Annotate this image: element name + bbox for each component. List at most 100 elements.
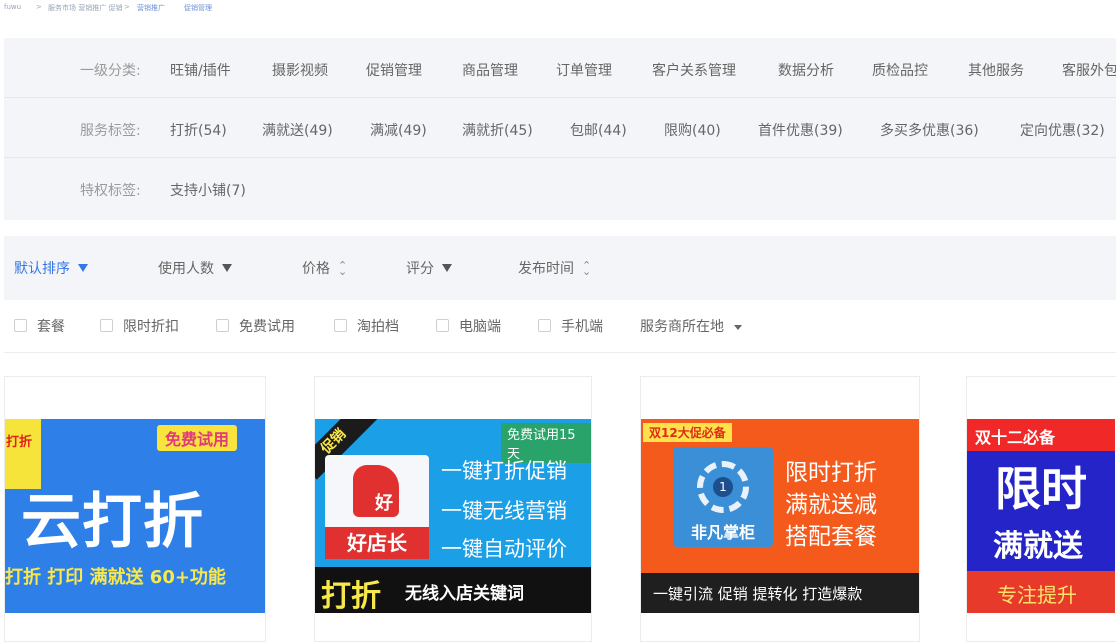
banner-subtitle: 打折 打印 满就送 60+功能 (5, 567, 226, 588)
privilege-tag-label: 特权标签: (80, 183, 141, 199)
bottom-highlight: 打折 (321, 579, 381, 613)
logo-digit: 1 (713, 477, 733, 497)
service-tag-item[interactable]: 首件优惠(39) (758, 120, 843, 140)
category-item[interactable]: 摄影视频 (272, 60, 328, 80)
product-banner[interactable]: 双12大促必备 1 非凡掌柜 限时打折 满就送减 搭配套餐 一键引流 促销 提转… (641, 419, 919, 613)
product-card[interactable]: 双十二必备 限时 满就送 专注提升 (966, 376, 1116, 642)
product-card[interactable]: 双12大促必备 1 非凡掌柜 限时打折 满就送减 搭配套餐 一键引流 促销 提转… (640, 376, 920, 642)
category-item[interactable]: 订单管理 (556, 60, 612, 80)
divider (4, 352, 1116, 353)
checkbox-label: 手机端 (561, 319, 603, 335)
checkbox-label: 电脑端 (459, 319, 501, 335)
logo-name: 非凡掌柜 (690, 523, 755, 542)
service-tag-item[interactable]: 满减(49) (370, 120, 427, 140)
arrow-down-icon (222, 264, 232, 272)
sort-price[interactable]: 价格 ⌃ ⌄ (302, 258, 347, 278)
product-logo: 1 非凡掌柜 (673, 447, 773, 547)
category-item[interactable]: 商品管理 (462, 60, 518, 80)
sort-rating[interactable]: 评分 (406, 258, 452, 278)
checkbox-package[interactable]: 套餐 (14, 316, 65, 336)
sort-bar: 默认排序 使用人数 价格 ⌃ ⌄ 评分 发布时间 ⌃ ⌄ (4, 236, 1116, 300)
category-item[interactable]: 旺铺/插件 (170, 60, 231, 80)
checkbox-pc[interactable]: 电脑端 (436, 316, 501, 336)
feature-text: 限时打折 (785, 460, 877, 486)
banner-header-text: 双十二必备 (975, 428, 1056, 447)
logo-word: 好 (375, 493, 393, 514)
category-item[interactable]: 客服外包 (1062, 60, 1116, 80)
product-card[interactable]: 促销 免费试用15天 好 好店长 一键打折促销 一键无线营销 一键自动评价 打折… (314, 376, 592, 642)
checkbox-taopaidang[interactable]: 淘拍档 (334, 316, 399, 336)
service-tag-item[interactable]: 限购(40) (664, 120, 721, 140)
sort-publish-time[interactable]: 发布时间 ⌃ ⌄ (518, 258, 591, 278)
category-item[interactable]: 质检品控 (872, 60, 928, 80)
checkbox-icon[interactable] (14, 318, 27, 332)
checkbox-label: 限时折扣 (123, 319, 179, 335)
feature-text: 一键打折促销 (441, 459, 567, 483)
category-item[interactable]: 数据分析 (778, 60, 834, 80)
breadcrumb-separator: > (36, 3, 42, 11)
sort-rating-label: 评分 (406, 261, 434, 277)
up-down-icon: ⌃ ⌄ (582, 259, 592, 278)
checkbox-mobile[interactable]: 手机端 (538, 316, 603, 336)
sort-price-label: 价格 (302, 261, 330, 277)
service-tag-filter-row: 服务标签: 打折(54) 满就送(49) 满减(49) 满就折(45) 包邮(4… (4, 98, 1116, 158)
feature-text: 一键无线营销 (441, 499, 567, 523)
banner-header: 双十二必备 (967, 419, 1115, 451)
banner-bottom-strip: 一键引流 促销 提转化 打造爆款 (641, 573, 919, 613)
bottom-text: 专注提升 (997, 583, 1077, 607)
breadcrumb-separator: > (124, 3, 130, 11)
checkbox-icon[interactable] (436, 318, 449, 332)
sort-publish-time-label: 发布时间 (518, 261, 574, 277)
checkbox-label: 免费试用 (239, 319, 295, 335)
up-down-icon: ⌃ ⌄ (338, 259, 348, 278)
banner-bottom-strip: 打折 无线入店关键词 (315, 567, 591, 613)
checkbox-icon[interactable] (100, 318, 113, 332)
promo-tag: 双12大促必备 (643, 423, 732, 442)
service-tag-item[interactable]: 满就折(45) (462, 120, 533, 140)
category-item[interactable]: 促销管理 (366, 60, 422, 80)
service-tag-item[interactable]: 包邮(44) (570, 120, 627, 140)
feature-text: 满就送减 (785, 492, 877, 518)
breadcrumb: fuwu > 服务市场 营销推广 促销 > 营销推广 促销管理 (0, 0, 1116, 16)
sort-default[interactable]: 默认排序 (14, 258, 88, 278)
breadcrumb-item[interactable]: fuwu (4, 3, 21, 11)
privilege-tag-filter-row: 特权标签: 支持小铺(7) (4, 158, 1116, 218)
product-banner[interactable]: 打折 免费试用 云打折 打折 打印 满就送 60+功能 (5, 419, 265, 613)
service-tag-item[interactable]: 定向优惠(32) (1020, 120, 1105, 140)
product-card[interactable]: 打折 免费试用 云打折 打折 打印 满就送 60+功能 (4, 376, 266, 642)
feature-text: 搭配套餐 (785, 524, 877, 550)
checkbox-free-trial[interactable]: 免费试用 (216, 316, 295, 336)
location-dropdown[interactable]: 服务商所在地 (640, 316, 742, 336)
checkbox-label: 套餐 (37, 319, 65, 335)
checkbox-icon[interactable] (216, 318, 229, 332)
arrow-down-icon (78, 264, 88, 272)
checkbox-icon[interactable] (538, 318, 551, 332)
checkbox-icon[interactable] (334, 318, 347, 332)
checkbox-limited-discount[interactable]: 限时折扣 (100, 316, 179, 336)
checkbox-filter-row: 套餐 限时折扣 免费试用 淘拍档 电脑端 手机端 服务商所在地 (4, 316, 1116, 338)
service-tag-item[interactable]: 打折(54) (170, 120, 227, 140)
breadcrumb-item[interactable]: 促销管理 (184, 3, 212, 13)
filter-panel: 一级分类: 旺铺/插件 摄影视频 促销管理 商品管理 订单管理 客户关系管理 数… (4, 38, 1116, 220)
bottom-text: 一键引流 促销 提转化 打造爆款 (653, 585, 863, 603)
banner-bottom-strip: 专注提升 (967, 571, 1115, 613)
service-tag-item[interactable]: 满就送(49) (262, 120, 333, 140)
bottom-text: 无线入店关键词 (405, 584, 524, 604)
category-filter-row: 一级分类: 旺铺/插件 摄影视频 促销管理 商品管理 订单管理 客户关系管理 数… (4, 38, 1116, 98)
feature-text: 一键自动评价 (441, 537, 567, 561)
category-item[interactable]: 客户关系管理 (652, 60, 736, 80)
category-item[interactable]: 其他服务 (968, 60, 1024, 80)
trial-badge: 免费试用 (157, 425, 238, 451)
logo-name: 好店长 (325, 527, 429, 559)
arrow-down-icon (442, 264, 452, 272)
product-banner[interactable]: 双十二必备 限时 满就送 专注提升 (967, 419, 1115, 613)
service-tag-item[interactable]: 多买多优惠(36) (880, 120, 979, 140)
breadcrumb-item[interactable]: 服务市场 营销推广 促销 (48, 3, 122, 13)
breadcrumb-item[interactable]: 营销推广 (137, 3, 165, 13)
product-banner[interactable]: 促销 免费试用15天 好 好店长 一键打折促销 一键无线营销 一键自动评价 打折… (315, 419, 591, 613)
location-dropdown-label: 服务商所在地 (640, 319, 724, 335)
chevron-down-icon (734, 324, 742, 330)
sort-default-label: 默认排序 (14, 261, 70, 277)
sort-users[interactable]: 使用人数 (158, 258, 232, 278)
privilege-tag-item[interactable]: 支持小铺(7) (170, 180, 246, 200)
